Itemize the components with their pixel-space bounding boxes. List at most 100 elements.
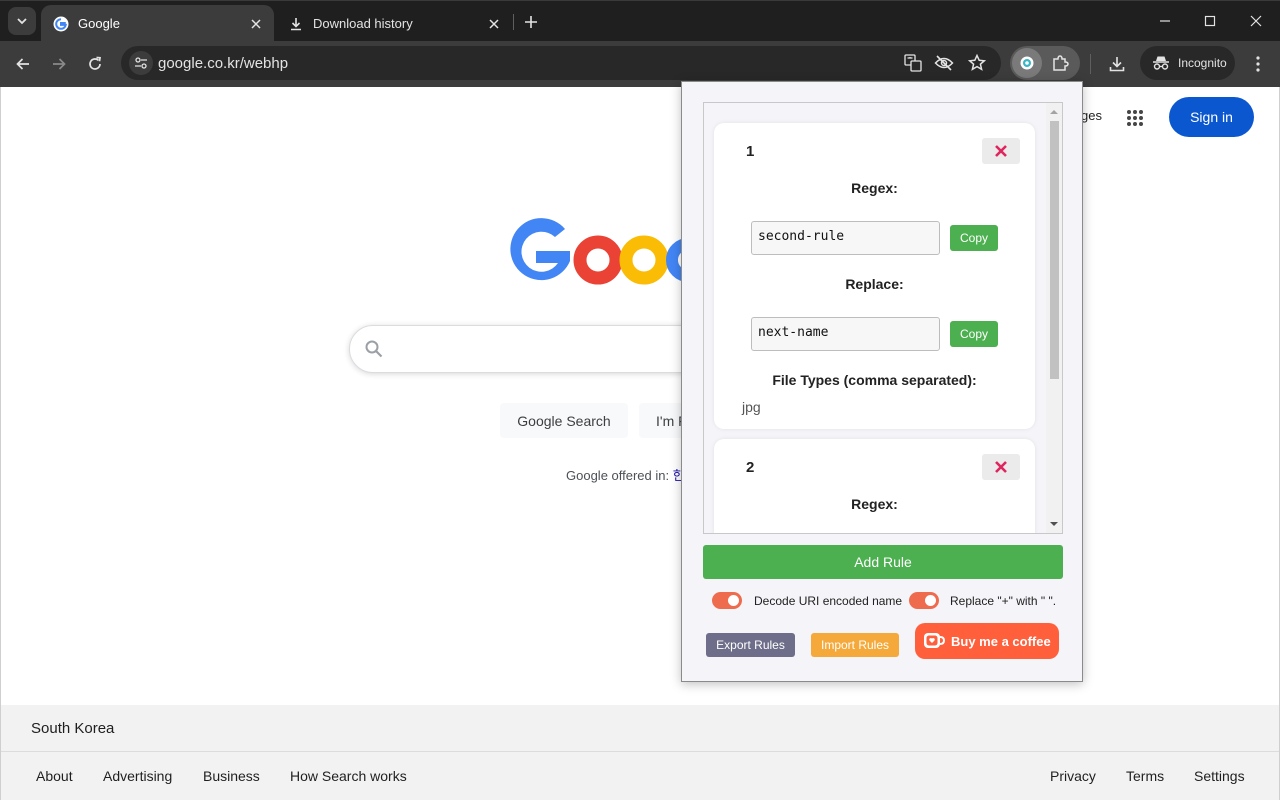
google-apps-button[interactable] [1121,104,1149,132]
scrollbar[interactable] [1046,103,1062,533]
delete-rule-button[interactable] [982,454,1020,480]
site-info-button[interactable] [129,51,153,75]
chevron-down-icon [17,18,27,25]
new-tab-button[interactable] [520,11,542,33]
browser-toolbar: google.co.kr/webhp Incognito [0,41,1280,87]
buy-me-a-coffee-button[interactable]: Buy me a coffee [915,623,1059,659]
rule-number: 2 [746,459,755,476]
coffee-cup-icon [924,633,945,648]
extension-logo-icon [1020,56,1034,70]
decode-uri-label: Decode URI encoded name [754,594,903,608]
buy-me-a-coffee-label: Buy me a coffee [951,633,1051,649]
toggle-knob [925,595,936,606]
tab-search-button[interactable] [8,7,36,35]
scroll-down-icon[interactable] [1050,520,1058,528]
incognito-profile-button[interactable]: Incognito [1140,46,1235,80]
footer-country: South Korea [1,705,1279,752]
more-vertical-icon [1256,56,1260,72]
tune-icon [135,57,147,69]
tab-title: Google [78,16,120,31]
rule-card: 2 Regex: [714,439,1035,533]
replace-plus-toggle[interactable] [909,592,939,609]
export-rules-button[interactable]: Export Rules [706,633,795,657]
footer-link-about[interactable]: About [36,768,73,784]
replace-input[interactable]: next-name [751,317,940,351]
footer-link-privacy[interactable]: Privacy [1050,768,1096,784]
footer-links: About Advertising Business How Search wo… [1,752,1279,800]
toggle-knob [728,595,739,606]
maximize-icon [1204,15,1216,27]
google-logo [502,199,702,299]
file-types-label: File Types (comma separated): [772,372,977,388]
google-favicon-icon [53,16,69,32]
eye-off-icon[interactable] [934,53,954,73]
back-button[interactable] [9,50,37,78]
scroll-up-icon[interactable] [1050,108,1058,116]
regex-label: Regex: [851,496,898,512]
downloads-button[interactable] [1104,50,1130,78]
tab-download-history[interactable]: Download history [276,5,512,42]
arrow-left-icon [16,58,29,70]
extension-button[interactable] [1012,48,1042,78]
window-close-button[interactable] [1241,7,1271,35]
delete-rule-button[interactable] [982,138,1020,164]
sign-in-button[interactable]: Sign in [1169,97,1254,137]
rule-number: 1 [746,143,755,160]
footer-link-how-search-works[interactable]: How Search works [290,768,407,784]
scrollbar-thumb[interactable] [1050,121,1059,379]
url-text: google.co.kr/webhp [158,55,289,72]
address-bar[interactable]: google.co.kr/webhp [121,46,1001,80]
offered-in-label: Google offered in: [566,468,670,483]
reload-button[interactable] [81,50,109,78]
incognito-label: Incognito [1178,56,1227,70]
forward-button[interactable] [45,50,73,78]
download-icon [1109,57,1125,72]
minimize-icon [1160,20,1170,22]
file-types-input[interactable]: jpg [742,399,761,415]
extension-popup: 1 Regex: second-rule Copy Replace: next-… [681,81,1083,682]
close-icon [1250,15,1262,27]
offered-in: Google offered in: 한 [566,465,685,484]
extensions-menu-button[interactable] [1048,51,1072,75]
arrow-right-icon [53,58,66,70]
footer-link-advertising[interactable]: Advertising [103,768,172,784]
tab-strip: Google Download history [0,0,1280,42]
google-search-button[interactable]: Google Search [500,403,628,438]
decode-uri-toggle[interactable] [712,592,742,609]
replace-label: Replace: [845,276,904,292]
puzzle-icon [1053,55,1069,71]
footer-link-settings[interactable]: Settings [1194,768,1245,784]
apps-grid-icon [1127,110,1143,126]
tab-google[interactable]: Google [41,5,274,42]
google-homepage: ges Sign in Google Search I'm F Google o… [0,87,1280,800]
tab-separator [513,14,514,30]
incognito-icon [1152,54,1170,72]
footer-link-terms[interactable]: Terms [1126,768,1164,784]
download-icon [288,16,304,32]
close-icon[interactable] [484,14,504,34]
images-link[interactable]: ges [1081,108,1102,123]
close-icon [995,145,1007,157]
copy-replace-button[interactable]: Copy [950,321,998,347]
plus-icon [525,16,537,28]
close-icon [995,461,1007,473]
maximize-button[interactable] [1195,7,1225,35]
import-rules-button[interactable]: Import Rules [811,633,899,657]
close-icon[interactable] [246,14,266,34]
reload-icon [89,56,101,70]
rules-list[interactable]: 1 Regex: second-rule Copy Replace: next-… [703,102,1063,534]
regex-label: Regex: [851,180,898,196]
regex-input[interactable]: second-rule [751,221,940,255]
rule-card: 1 Regex: second-rule Copy Replace: next-… [714,123,1035,429]
footer-link-business[interactable]: Business [203,768,260,784]
toolbar-separator [1090,54,1091,74]
extensions-area [1010,46,1080,80]
translate-icon[interactable] [903,53,923,73]
replace-plus-label: Replace "+" with " ". [950,594,1057,608]
bookmark-star-icon[interactable] [967,53,987,73]
copy-regex-button[interactable]: Copy [950,225,998,251]
browser-menu-button[interactable] [1246,50,1270,78]
tab-title: Download history [313,16,413,31]
minimize-button[interactable] [1150,7,1180,35]
add-rule-button[interactable]: Add Rule [703,545,1063,579]
